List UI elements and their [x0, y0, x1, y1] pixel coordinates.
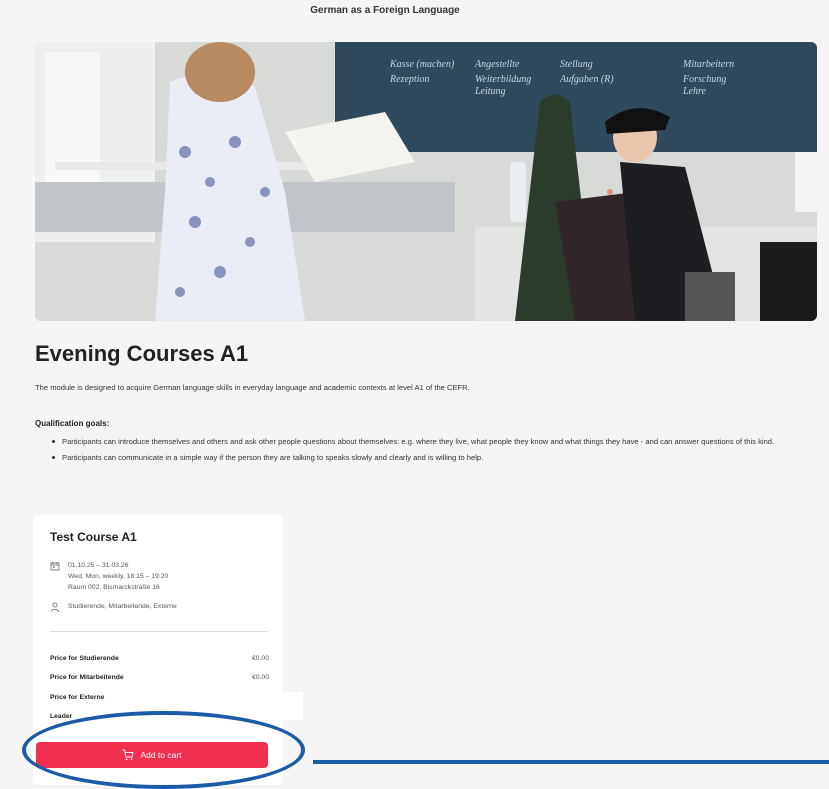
board-word: Stellung [560, 59, 593, 70]
page-title: Evening Courses A1 [35, 341, 249, 366]
price-row: Price for Mitarbeitende €0.00 [50, 674, 269, 681]
card-divider [50, 631, 268, 632]
board-word: Lehre [682, 86, 707, 97]
price-value: €0.00 [251, 674, 269, 681]
price-value: €0.00 [251, 655, 269, 662]
calendar-icon [50, 562, 60, 571]
schedule-info: 01.10.25 – 31.03.26 Wed, Mon, weekly, 18… [50, 560, 168, 593]
board-word: Aufgaben (R) [559, 74, 614, 85]
annotation-ellipse [22, 711, 305, 789]
card-title: Test Course A1 [50, 530, 137, 544]
price-row: Price for Externe [50, 694, 269, 701]
page-top-title: German as a Foreign Language [310, 5, 460, 16]
price-label: Price for Mitarbeitende [50, 674, 124, 681]
board-word: Kasse (machen) [389, 59, 455, 70]
board-word: Mitarbeitern [682, 59, 734, 70]
goal-item: Participants can introduce themselves an… [52, 434, 812, 450]
leader-label: Leader [50, 713, 73, 720]
price-row: Price for Studierende €0.00 [50, 655, 269, 662]
course-description: The module is designed to acquire German… [35, 383, 470, 392]
hero-image: Kasse (machen) Angestellte Stellung Mita… [35, 42, 817, 321]
board-word: Leitung [474, 86, 506, 97]
goal-item: Participants can communicate in a simple… [52, 450, 812, 466]
audience-text: Studierende, Mitarbeitende, Externe [68, 603, 177, 610]
card-tab [283, 692, 303, 720]
price-label: Price for Externe [50, 694, 105, 701]
board-word: Weiterbildung [475, 74, 531, 85]
location-text: Raum 002, Bismarckstraße 16 [68, 584, 160, 591]
board-word: Angestellte [474, 59, 520, 70]
price-label: Price for Studierende [50, 655, 119, 662]
schedule-text: Wed, Mon, weekly, 18:15 – 19:20 [68, 573, 169, 580]
board-word: Rezeption [389, 74, 429, 85]
goals-heading: Qualification goals: [35, 419, 110, 428]
date-range: 01.10.25 – 31.03.26 [68, 562, 129, 569]
audience-info: Studierende, Mitarbeitende, Externe [50, 601, 177, 612]
person-icon [50, 602, 60, 612]
annotation-line [313, 760, 829, 764]
board-word: Forschung [682, 74, 726, 85]
goals-list: Participants can introduce themselves an… [52, 434, 812, 466]
